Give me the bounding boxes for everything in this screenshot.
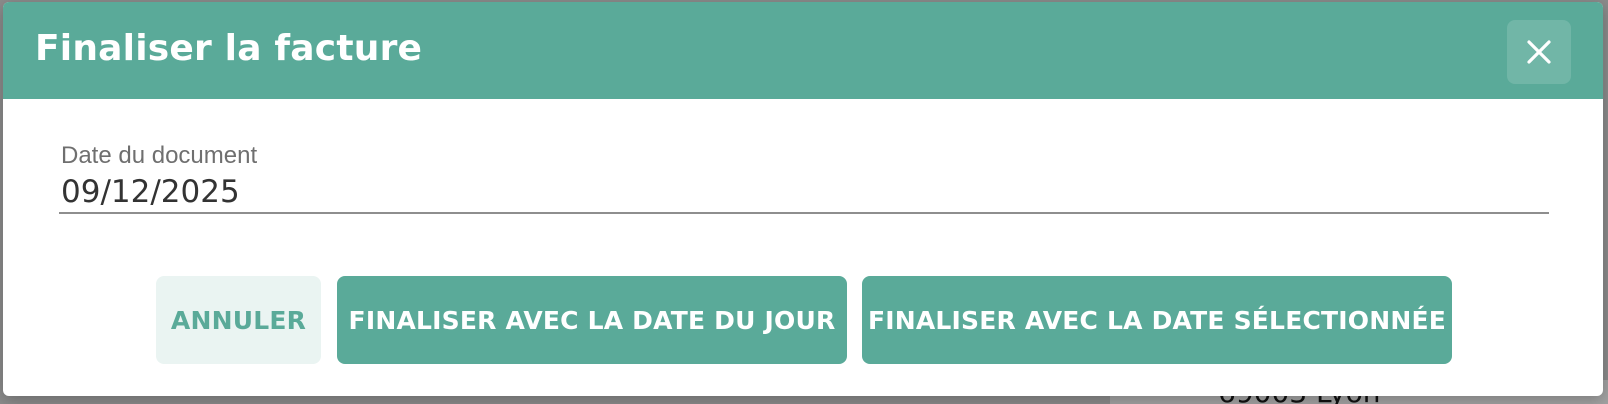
finalize-selected-date-button[interactable]: FINALISER AVEC LA DATE SÉLECTIONNÉE xyxy=(862,276,1452,364)
finalize-invoice-dialog: Finaliser la facture Date du document AN… xyxy=(3,2,1603,396)
close-button[interactable] xyxy=(1507,20,1571,84)
close-icon xyxy=(1527,40,1551,64)
cancel-button[interactable]: ANNULER xyxy=(156,276,321,364)
document-date-input[interactable] xyxy=(59,172,1549,214)
finalize-today-button[interactable]: FINALISER AVEC LA DATE DU JOUR xyxy=(337,276,847,364)
dialog-header: Finaliser la facture xyxy=(3,2,1603,99)
document-date-field: Date du document xyxy=(59,142,1549,222)
dialog-title: Finaliser la facture xyxy=(35,28,423,69)
document-date-label: Date du document xyxy=(61,142,258,169)
